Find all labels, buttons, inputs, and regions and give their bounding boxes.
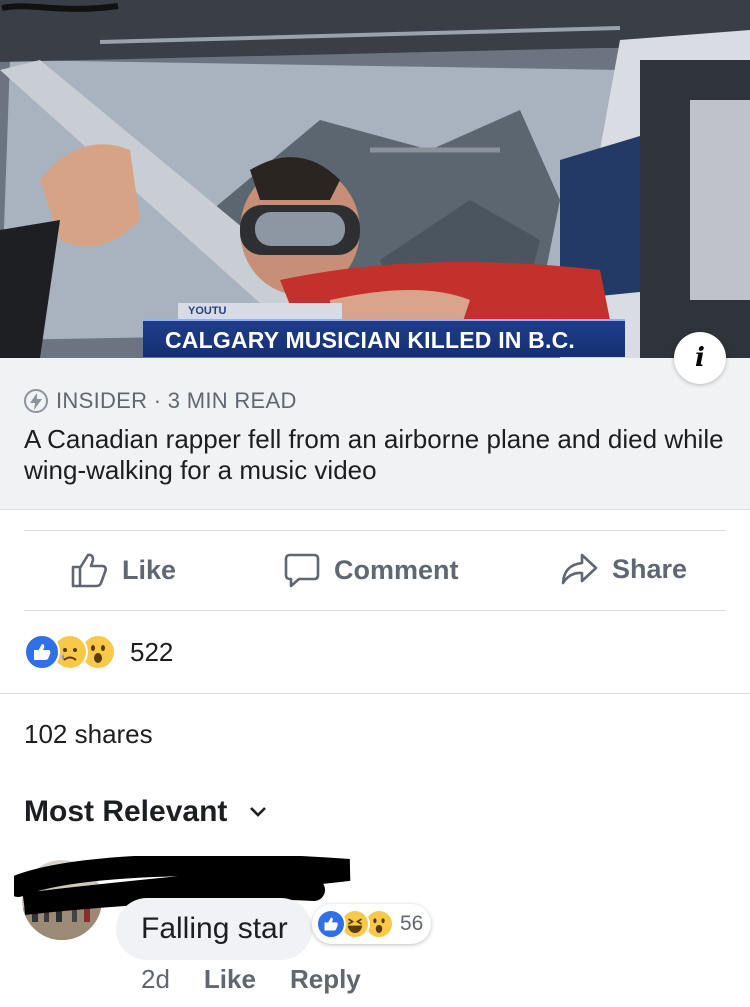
comment-reaction-count: 56 bbox=[400, 912, 424, 935]
thumbs-up-icon bbox=[71, 553, 107, 588]
comment-bubble[interactable]: Falling star bbox=[116, 898, 312, 960]
redaction-scribble bbox=[1, 3, 119, 12]
like-reaction-icon bbox=[316, 909, 346, 939]
comment-text: Falling star bbox=[141, 912, 288, 945]
news-caption-bar: CALGARY MUSICIAN KILLED IN B.C. bbox=[143, 319, 625, 357]
news-caption: CALGARY MUSICIAN KILLED IN B.C. bbox=[165, 327, 575, 353]
article-source: INSIDER · 3 MIN READ bbox=[24, 388, 297, 414]
article-image[interactable]: YOUTU CALGARY MUSICIAN KILLED IN B.C. bbox=[0, 0, 750, 358]
comment-like-button[interactable]: Like bbox=[204, 964, 256, 995]
share-button[interactable]: Share bbox=[560, 552, 687, 586]
plane-scene-illustration bbox=[0, 0, 750, 358]
comment-age: 2d bbox=[141, 964, 170, 994]
divider bbox=[24, 530, 726, 531]
comment-sort-dropdown[interactable]: Most Relevant bbox=[24, 795, 267, 829]
sort-label: Most Relevant bbox=[24, 795, 228, 828]
action-bar: Like Comment Share bbox=[0, 532, 750, 610]
comment-reply-button[interactable]: Reply bbox=[290, 964, 361, 995]
comment-reactions[interactable]: 56 bbox=[312, 904, 432, 944]
comment-meta: 2d Like Reply bbox=[141, 964, 395, 995]
like-button[interactable]: Like bbox=[70, 552, 176, 588]
divider bbox=[24, 610, 726, 611]
share-label: Share bbox=[612, 553, 688, 584]
chevron-down-icon bbox=[250, 807, 267, 817]
link-preview[interactable]: INSIDER · 3 MIN READ A Canadian rapper f… bbox=[0, 358, 750, 510]
reaction-count: 522 bbox=[130, 636, 174, 667]
reactions-summary[interactable]: 522 bbox=[24, 634, 173, 670]
shares-count[interactable]: 102 shares bbox=[24, 719, 153, 750]
instant-article-bolt-icon bbox=[24, 389, 48, 413]
like-reaction-icon bbox=[24, 634, 60, 670]
comment-label: Comment bbox=[334, 554, 459, 585]
comment-bubble-icon bbox=[284, 553, 320, 588]
like-label: Like bbox=[122, 554, 177, 585]
source-label: INSIDER · 3 MIN READ bbox=[56, 388, 297, 413]
divider bbox=[0, 693, 750, 694]
article-headline[interactable]: A Canadian rapper fell from an airborne … bbox=[24, 424, 724, 486]
info-icon[interactable]: i bbox=[674, 332, 726, 384]
comment-button[interactable]: Comment bbox=[284, 552, 459, 588]
share-arrow-icon bbox=[561, 553, 598, 585]
